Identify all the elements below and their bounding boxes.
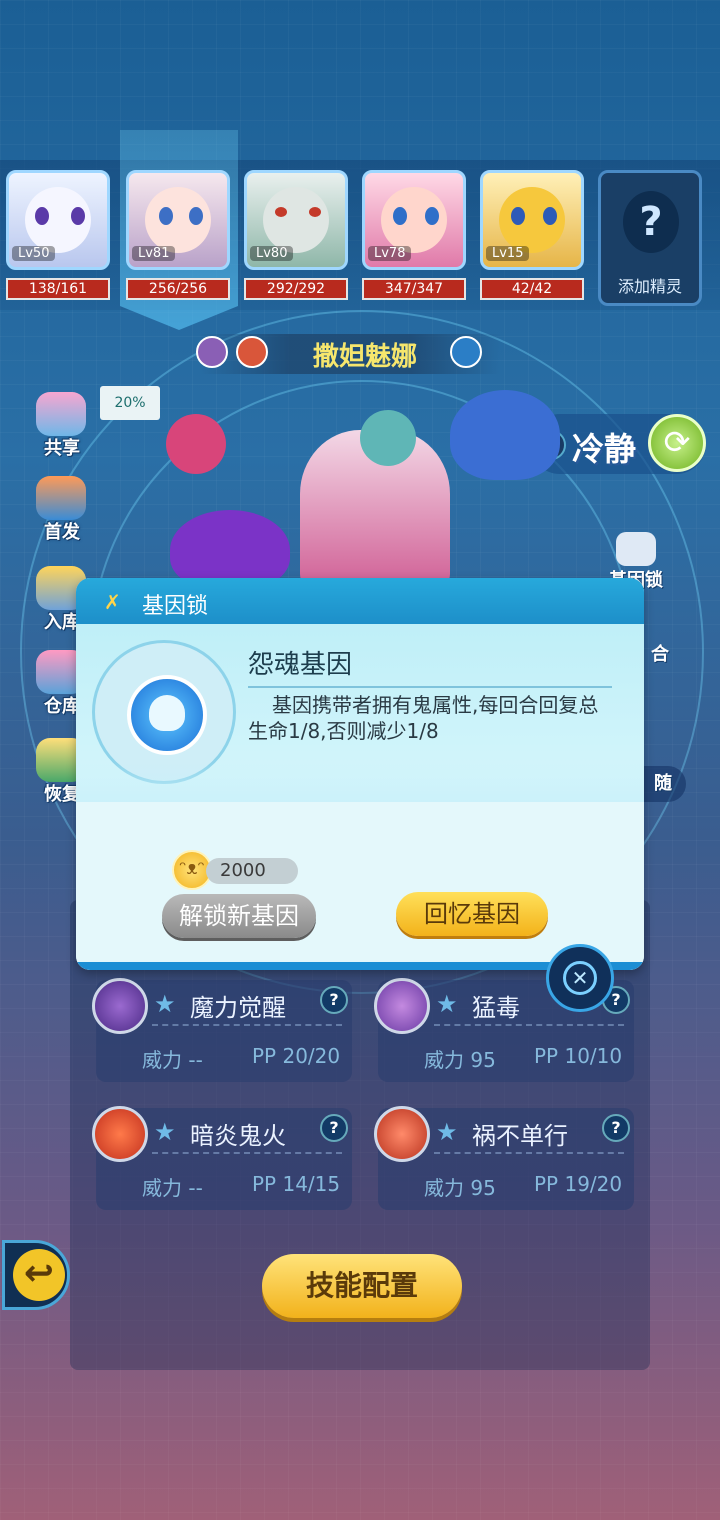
pet-hp: 42/42 [480, 278, 584, 300]
star-icon: ★ [436, 990, 458, 1018]
ghost-gene-icon [127, 675, 207, 755]
game-logo-icon: ✗ [104, 590, 121, 614]
pet-hp: 256/256 [126, 278, 230, 300]
temper-label: 冷静 [572, 430, 637, 468]
skill-power: 威力 95 [424, 1176, 496, 1200]
pet-character-art [160, 370, 580, 590]
pet-slot-1[interactable]: Lv50 138/161 [6, 170, 110, 306]
gene-lock-dialog: ✗ 基因锁 怨魂基因 基因携带者拥有鬼属性,每回合回复总生命1/8,否则减少1/… [76, 578, 644, 970]
first-button[interactable]: 首发 [30, 476, 94, 546]
pet-slot-2[interactable]: Lv81 256/256 [126, 170, 230, 306]
question-icon[interactable]: ? [602, 1114, 630, 1142]
pet-level: Lv78 [368, 246, 412, 261]
skill-slot-3[interactable]: ★ 暗炎鬼火 ? 威力 -- PP 14/15 [92, 1106, 352, 1210]
question-icon[interactable]: ? [320, 986, 348, 1014]
star-icon: ★ [436, 1118, 458, 1146]
fire-skill-icon [92, 1106, 148, 1162]
skill-pp: PP 14/15 [252, 1172, 341, 1196]
skull-ornament [360, 410, 416, 466]
skill-name: 猛毒 [472, 994, 520, 1022]
gene-info-section: 怨魂基因 基因携带者拥有鬼属性,每回合回复总生命1/8,否则减少1/8 [76, 624, 644, 802]
skill-name: 暗炎鬼火 [190, 1122, 286, 1150]
skill-pp: PP 20/20 [252, 1044, 341, 1068]
mascot-icon[interactable] [450, 336, 482, 368]
pet-level: Lv50 [12, 246, 56, 261]
bat-skill-icon [92, 978, 148, 1034]
ghost-blob-blue [450, 390, 560, 480]
refresh-icon[interactable]: ⟳ [648, 414, 706, 472]
skill-pp: PP 10/10 [534, 1044, 623, 1068]
gene-name: 怨魂基因 [248, 650, 353, 680]
pet-slot-3[interactable]: Lv80 292/292 [244, 170, 348, 306]
pet-name: 撒妲魅娜 [312, 342, 417, 372]
skill-slot-1[interactable]: ★ 魔力觉醒 ? 威力 -- PP 20/20 [92, 978, 352, 1082]
question-icon[interactable]: ? [320, 1114, 348, 1142]
skill-power: 威力 -- [142, 1176, 203, 1200]
pet-hp: 138/161 [6, 278, 110, 300]
recall-gene-button[interactable]: 回忆基因 [396, 892, 548, 936]
star-icon: ★ [154, 1118, 176, 1146]
dialog-header: ✗ 基因锁 [76, 578, 644, 624]
fire-attribute-icon [236, 336, 268, 368]
ghost-attribute-icon [196, 336, 228, 368]
follow-label: 随 [654, 773, 672, 794]
exp-share-button[interactable]: 共享 [30, 392, 94, 462]
skill-power: 威力 95 [424, 1048, 496, 1072]
first-label: 首发 [44, 522, 80, 543]
pet-slot-4[interactable]: Lv78 347/347 [362, 170, 466, 306]
skill-name: 祸不单行 [472, 1122, 568, 1150]
lollipop [166, 414, 226, 474]
unlock-cost: 2000 [206, 858, 298, 884]
curse-skill-icon [374, 1106, 430, 1162]
pet-slot-5[interactable]: Lv15 42/42 [480, 170, 584, 306]
pet-level: Lv15 [486, 246, 530, 261]
combine-button[interactable]: 合 [640, 640, 680, 700]
skill-config-button[interactable]: 技能配置 [262, 1254, 462, 1318]
back-button[interactable]: ↩ [2, 1240, 70, 1310]
exp-share-label: 共享 [44, 438, 80, 459]
exp-icon [36, 392, 86, 436]
exp-share-percent: 20% [100, 386, 160, 420]
unlock-gene-button[interactable]: 解锁新基因 [162, 894, 316, 938]
add-pet-label: 添加精灵 [617, 277, 682, 296]
back-arrow-icon: ↩ [13, 1249, 65, 1301]
close-icon: ✕ [563, 961, 597, 995]
pet-level: Lv80 [250, 246, 294, 261]
gene-description: 基因携带者拥有鬼属性,每回合回复总生命1/8,否则减少1/8 [248, 693, 599, 743]
skill-power: 威力 -- [142, 1048, 203, 1072]
ghost-skull-icon [149, 695, 185, 731]
gene-action-section: ᵔᴥᵔ 2000 解锁新基因 回忆基因 [76, 802, 644, 970]
pet-hp: 347/347 [362, 278, 466, 300]
pet-hp: 292/292 [244, 278, 348, 300]
skill-slot-4[interactable]: ★ 祸不单行 ? 威力 95 PP 19/20 [374, 1106, 634, 1210]
poison-skull-icon [374, 978, 430, 1034]
pet-face [263, 187, 329, 253]
first-icon [36, 476, 86, 520]
pet-level: Lv81 [132, 246, 176, 261]
add-pet-button[interactable]: ? 添加精灵 [598, 170, 702, 306]
combine-label: 合 [651, 644, 669, 665]
close-dialog-button[interactable]: ✕ [546, 944, 614, 1012]
skill-name: 魔力觉醒 [190, 994, 286, 1022]
gene-lock-icon [616, 532, 656, 566]
star-icon: ★ [154, 990, 176, 1018]
skill-pp: PP 19/20 [534, 1172, 623, 1196]
follow-button[interactable]: 随 [640, 766, 686, 802]
dialog-title: 基因锁 [142, 594, 209, 619]
question-icon: ? [623, 191, 679, 253]
